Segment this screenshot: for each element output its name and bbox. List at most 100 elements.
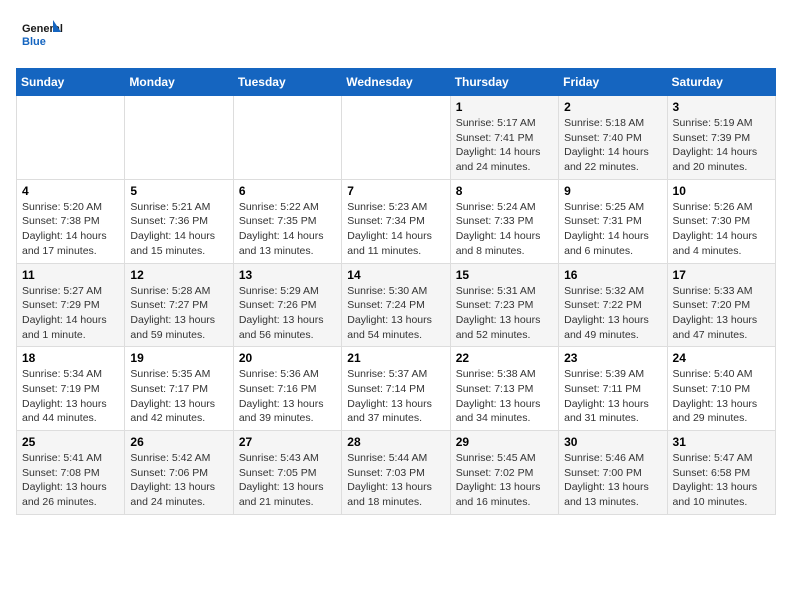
day-info: Sunrise: 5:27 AM Sunset: 7:29 PM Dayligh… [22,284,119,343]
calendar-cell: 1 Sunrise: 5:17 AM Sunset: 7:41 PM Daylig… [450,96,558,180]
day-info: Sunrise: 5:25 AM Sunset: 7:31 PM Dayligh… [564,200,661,259]
day-number: 4 [22,184,119,198]
day-number: 7 [347,184,444,198]
calendar-cell: 4 Sunrise: 5:20 AM Sunset: 7:38 PM Daylig… [17,179,125,263]
day-number: 27 [239,435,336,449]
day-number: 5 [130,184,227,198]
calendar-cell: 31 Sunrise: 5:47 AM Sunset: 6:58 PM Dayli… [667,431,775,515]
logo: General Blue [16,16,66,56]
week-row-2: 4 Sunrise: 5:20 AM Sunset: 7:38 PM Daylig… [17,179,776,263]
calendar-cell: 21 Sunrise: 5:37 AM Sunset: 7:14 PM Dayli… [342,347,450,431]
day-info: Sunrise: 5:39 AM Sunset: 7:11 PM Dayligh… [564,367,661,426]
day-header-saturday: Saturday [667,69,775,96]
day-number: 1 [456,100,553,114]
calendar-cell [342,96,450,180]
day-info: Sunrise: 5:31 AM Sunset: 7:23 PM Dayligh… [456,284,553,343]
day-header-thursday: Thursday [450,69,558,96]
calendar-cell: 18 Sunrise: 5:34 AM Sunset: 7:19 PM Dayli… [17,347,125,431]
day-info: Sunrise: 5:43 AM Sunset: 7:05 PM Dayligh… [239,451,336,510]
calendar-cell: 17 Sunrise: 5:33 AM Sunset: 7:20 PM Dayli… [667,263,775,347]
day-number: 25 [22,435,119,449]
calendar-cell: 24Sunrise: 5:40 AM Sunset: 7:10 PM Dayli… [667,347,775,431]
day-number: 30 [564,435,661,449]
header: General Blue [16,16,776,56]
day-info: Sunrise: 5:34 AM Sunset: 7:19 PM Dayligh… [22,367,119,426]
day-number: 6 [239,184,336,198]
calendar-cell: 23 Sunrise: 5:39 AM Sunset: 7:11 PM Dayli… [559,347,667,431]
day-info: Sunrise: 5:46 AM Sunset: 7:00 PM Dayligh… [564,451,661,510]
logo-icon: General Blue [16,16,66,56]
day-header-friday: Friday [559,69,667,96]
day-info: Sunrise: 5:45 AM Sunset: 7:02 PM Dayligh… [456,451,553,510]
day-info: Sunrise: 5:44 AM Sunset: 7:03 PM Dayligh… [347,451,444,510]
day-info: Sunrise: 5:28 AM Sunset: 7:27 PM Dayligh… [130,284,227,343]
day-info: Sunrise: 5:33 AM Sunset: 7:20 PM Dayligh… [673,284,770,343]
day-number: 13 [239,268,336,282]
day-number: 18 [22,351,119,365]
calendar-cell: 12 Sunrise: 5:28 AM Sunset: 7:27 PM Dayli… [125,263,233,347]
calendar-cell: 3Sunrise: 5:19 AM Sunset: 7:39 PM Daylig… [667,96,775,180]
calendar-cell: 5Sunrise: 5:21 AM Sunset: 7:36 PM Daylig… [125,179,233,263]
calendar-cell [17,96,125,180]
calendar-body: 1 Sunrise: 5:17 AM Sunset: 7:41 PM Daylig… [17,96,776,515]
day-info: Sunrise: 5:18 AM Sunset: 7:40 PM Dayligh… [564,116,661,175]
calendar-cell: 20Sunrise: 5:36 AM Sunset: 7:16 PM Dayli… [233,347,341,431]
calendar-cell: 26Sunrise: 5:42 AM Sunset: 7:06 PM Dayli… [125,431,233,515]
day-number: 17 [673,268,770,282]
day-number: 23 [564,351,661,365]
calendar-cell [233,96,341,180]
day-info: Sunrise: 5:22 AM Sunset: 7:35 PM Dayligh… [239,200,336,259]
week-row-3: 11 Sunrise: 5:27 AM Sunset: 7:29 PM Dayli… [17,263,776,347]
day-number: 14 [347,268,444,282]
calendar-header: SundayMondayTuesdayWednesdayThursdayFrid… [17,69,776,96]
calendar-cell: 13 Sunrise: 5:29 AM Sunset: 7:26 PM Dayli… [233,263,341,347]
calendar-cell: 15 Sunrise: 5:31 AM Sunset: 7:23 PM Dayli… [450,263,558,347]
week-row-5: 25 Sunrise: 5:41 AM Sunset: 7:08 PM Dayli… [17,431,776,515]
day-number: 11 [22,268,119,282]
day-info: Sunrise: 5:24 AM Sunset: 7:33 PM Dayligh… [456,200,553,259]
day-info: Sunrise: 5:47 AM Sunset: 6:58 PM Dayligh… [673,451,770,510]
calendar-cell: 16 Sunrise: 5:32 AM Sunset: 7:22 PM Dayli… [559,263,667,347]
calendar-cell: 30 Sunrise: 5:46 AM Sunset: 7:00 PM Dayli… [559,431,667,515]
day-info: Sunrise: 5:41 AM Sunset: 7:08 PM Dayligh… [22,451,119,510]
calendar-cell: 27 Sunrise: 5:43 AM Sunset: 7:05 PM Dayli… [233,431,341,515]
calendar-cell: 29 Sunrise: 5:45 AM Sunset: 7:02 PM Dayli… [450,431,558,515]
calendar-cell: 25 Sunrise: 5:41 AM Sunset: 7:08 PM Dayli… [17,431,125,515]
day-number: 8 [456,184,553,198]
svg-text:Blue: Blue [22,36,46,48]
day-info: Sunrise: 5:32 AM Sunset: 7:22 PM Dayligh… [564,284,661,343]
day-number: 31 [673,435,770,449]
calendar-cell: 2 Sunrise: 5:18 AM Sunset: 7:40 PM Daylig… [559,96,667,180]
calendar-cell: 8 Sunrise: 5:24 AM Sunset: 7:33 PM Daylig… [450,179,558,263]
day-number: 15 [456,268,553,282]
day-header-wednesday: Wednesday [342,69,450,96]
week-row-1: 1 Sunrise: 5:17 AM Sunset: 7:41 PM Daylig… [17,96,776,180]
day-info: Sunrise: 5:17 AM Sunset: 7:41 PM Dayligh… [456,116,553,175]
day-info: Sunrise: 5:23 AM Sunset: 7:34 PM Dayligh… [347,200,444,259]
day-number: 3 [673,100,770,114]
day-info: Sunrise: 5:37 AM Sunset: 7:14 PM Dayligh… [347,367,444,426]
day-info: Sunrise: 5:29 AM Sunset: 7:26 PM Dayligh… [239,284,336,343]
day-info: Sunrise: 5:20 AM Sunset: 7:38 PM Dayligh… [22,200,119,259]
day-number: 16 [564,268,661,282]
calendar-cell: 22Sunrise: 5:38 AM Sunset: 7:13 PM Dayli… [450,347,558,431]
day-number: 2 [564,100,661,114]
calendar-cell: 6 Sunrise: 5:22 AM Sunset: 7:35 PM Daylig… [233,179,341,263]
day-number: 28 [347,435,444,449]
day-number: 12 [130,268,227,282]
calendar-cell: 9Sunrise: 5:25 AM Sunset: 7:31 PM Daylig… [559,179,667,263]
day-number: 29 [456,435,553,449]
day-number: 26 [130,435,227,449]
day-number: 10 [673,184,770,198]
day-header-sunday: Sunday [17,69,125,96]
calendar-cell: 28 Sunrise: 5:44 AM Sunset: 7:03 PM Dayli… [342,431,450,515]
calendar-cell: 10Sunrise: 5:26 AM Sunset: 7:30 PM Dayli… [667,179,775,263]
day-number: 24 [673,351,770,365]
calendar-cell [125,96,233,180]
day-header-monday: Monday [125,69,233,96]
calendar-cell: 19Sunrise: 5:35 AM Sunset: 7:17 PM Dayli… [125,347,233,431]
day-info: Sunrise: 5:35 AM Sunset: 7:17 PM Dayligh… [130,367,227,426]
day-number: 21 [347,351,444,365]
calendar-cell: 7 Sunrise: 5:23 AM Sunset: 7:34 PM Daylig… [342,179,450,263]
day-info: Sunrise: 5:36 AM Sunset: 7:16 PM Dayligh… [239,367,336,426]
